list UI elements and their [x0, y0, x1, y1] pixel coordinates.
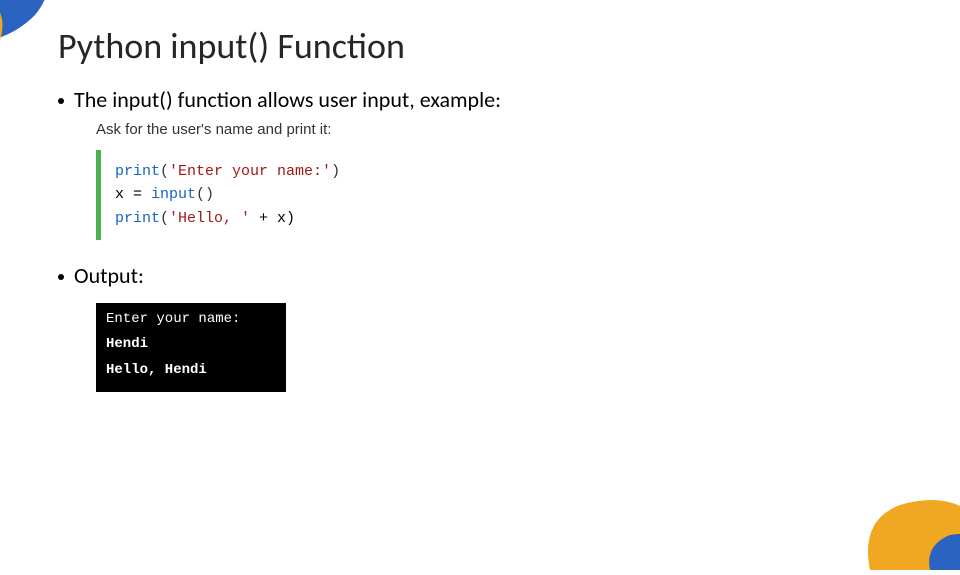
- slide-content: Python input() Function The input() func…: [58, 24, 920, 392]
- code-line-1: print('Enter your name:'): [115, 160, 362, 183]
- terminal-output: Enter your name: Hendi Hello, Hendi: [96, 303, 286, 392]
- bullet-output: Output:: [58, 262, 920, 289]
- code-line-3: print('Hello, ' + x): [115, 207, 362, 230]
- decorative-corner-top: [0, 0, 60, 60]
- decorative-corner-bottom: [840, 450, 960, 570]
- terminal-line-3: Hello, Hendi: [106, 360, 276, 382]
- terminal-line-2: Hendi: [106, 334, 276, 356]
- bullet-output-text: Output:: [74, 262, 144, 289]
- bullet-intro: The input() function allows user input, …: [58, 86, 920, 113]
- slide-title: Python input() Function: [58, 24, 920, 68]
- code-example: print('Enter your name:') x = input() pr…: [96, 150, 376, 240]
- code-line-2: x = input(): [115, 183, 362, 206]
- bullet-dot-icon: [58, 98, 64, 104]
- bullet-intro-text: The input() function allows user input, …: [74, 86, 501, 113]
- terminal-line-1: Enter your name:: [106, 309, 276, 331]
- bullet-dot-icon: [58, 274, 64, 280]
- code-description: Ask for the user's name and print it:: [96, 121, 920, 138]
